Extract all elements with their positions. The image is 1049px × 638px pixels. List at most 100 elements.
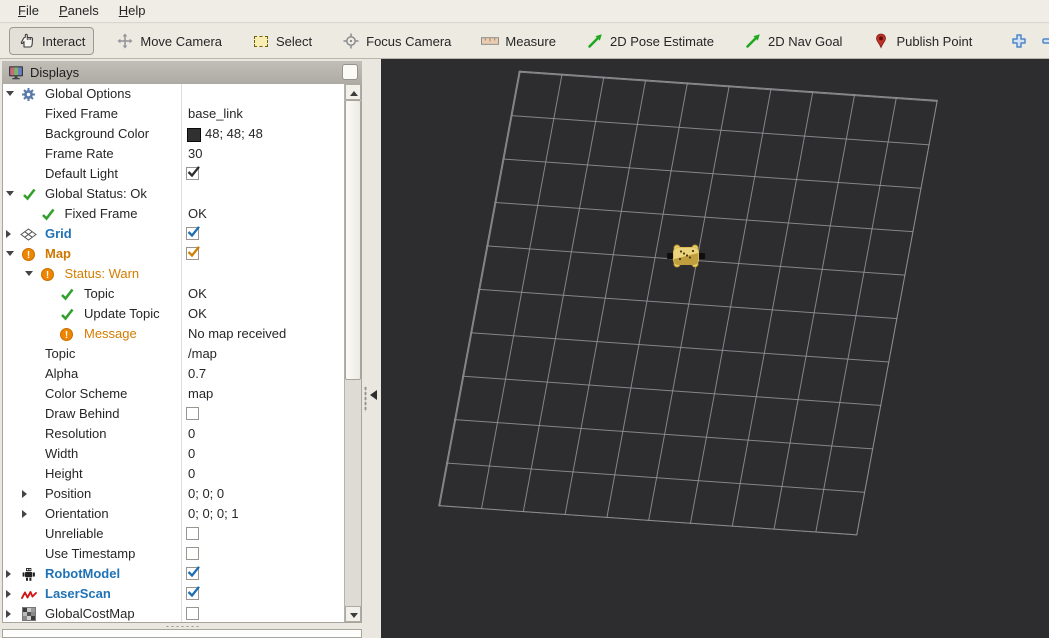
tree-rows: Global Options Fixed Frame base_link Backgr… [3, 84, 344, 622]
tree-row-orientation[interactable]: Orientation 0; 0; 0; 1 [3, 504, 344, 524]
scroll-up-button[interactable] [345, 84, 361, 100]
property-value[interactable]: 0 [188, 444, 195, 464]
property-label: Frame Rate [45, 146, 114, 161]
tree-row-robotmodel[interactable]: RobotModel [3, 564, 344, 584]
tree-row-laserscan[interactable]: LaserScan [3, 584, 344, 604]
grid-icon [20, 227, 37, 241]
tree-row-fixed-frame[interactable]: Fixed Frame OK [3, 204, 344, 224]
expander-open-icon[interactable] [6, 251, 14, 256]
property-label: Map [45, 246, 71, 261]
color-swatch[interactable] [187, 128, 201, 142]
checkbox[interactable] [186, 547, 199, 560]
property-label: Position [45, 486, 92, 501]
property-value[interactable]: map [188, 384, 213, 404]
tool-2d-pose-estimate[interactable]: 2D Pose Estimate [578, 28, 722, 54]
menu-bar: File Panels Help [0, 0, 1049, 23]
zoom-in-plus-button[interactable] [1006, 28, 1032, 54]
tool-2d-nav-goal[interactable]: 2D Nav Goal [736, 28, 850, 54]
expander-closed-icon[interactable] [6, 230, 11, 238]
tree-row-frame-rate[interactable]: Frame Rate 30 [3, 144, 344, 164]
tool-measure[interactable]: Measure [473, 28, 564, 54]
zoom-out-minus-button[interactable] [1036, 28, 1049, 54]
property-value[interactable]: 0.7 [188, 364, 206, 384]
menu-panels[interactable]: Panels [49, 1, 109, 21]
property-value[interactable]: OK [188, 304, 207, 324]
property-value[interactable]: 48; 48; 48 [205, 124, 263, 144]
tree-row-map[interactable]: ! Map [3, 244, 344, 264]
property-value[interactable]: 0 [188, 424, 195, 444]
tree-row-globalcostmap[interactable]: GlobalCostMap [3, 604, 344, 622]
property-label: Topic [45, 346, 76, 361]
tree-row-global-options[interactable]: Global Options [3, 84, 344, 104]
tree-row-color-scheme[interactable]: Color Scheme map [3, 384, 344, 404]
tool-publish-point[interactable]: Publish Point [864, 28, 980, 54]
expander-open-icon[interactable] [6, 91, 14, 96]
property-value[interactable]: OK [188, 284, 207, 304]
tree-row-width[interactable]: Width 0 [3, 444, 344, 464]
tree-row-topic[interactable]: Topic OK [3, 284, 344, 304]
collapse-left-arrow-icon[interactable] [370, 390, 377, 400]
render-viewport[interactable] [381, 59, 1049, 638]
checkbox[interactable] [186, 607, 199, 620]
property-value[interactable]: 30 [188, 144, 202, 164]
scrollbar-thumb[interactable] [345, 100, 361, 380]
tree-row-use-timestamp[interactable]: Use Timestamp [3, 544, 344, 564]
scroll-down-button[interactable] [345, 606, 361, 622]
menu-help[interactable]: Help [109, 1, 156, 21]
tree-row-alpha[interactable]: Alpha 0.7 [3, 364, 344, 384]
expander-closed-icon[interactable] [6, 610, 11, 618]
tool-focus-camera[interactable]: Focus Camera [334, 28, 459, 54]
tree-row-status-warn[interactable]: ! Status: Warn [3, 264, 344, 284]
property-label: Alpha [45, 366, 79, 381]
vertical-scrollbar[interactable] [344, 84, 361, 622]
expander-open-icon[interactable] [6, 191, 14, 196]
expander-closed-icon[interactable] [6, 590, 11, 598]
checkbox[interactable] [186, 527, 199, 540]
expander-closed-icon[interactable] [6, 570, 11, 578]
property-value[interactable]: No map received [188, 324, 286, 344]
dock-view-splitter[interactable] [362, 59, 381, 638]
expander-open-icon[interactable] [25, 271, 33, 276]
property-label: Orientation [45, 506, 109, 521]
tree-row-update-topic[interactable]: Update Topic OK [3, 304, 344, 324]
menu-file[interactable]: File [8, 1, 49, 21]
property-label: Message [84, 326, 137, 341]
property-value[interactable]: /map [188, 344, 217, 364]
tree-row-draw-behind[interactable]: Draw Behind [3, 404, 344, 424]
tree-row-fixed-frame[interactable]: Fixed Frame base_link [3, 104, 344, 124]
checkbox[interactable] [186, 246, 200, 260]
property-value[interactable]: 0 [188, 464, 195, 484]
tool-select[interactable]: Select [244, 28, 320, 54]
tree-row-global-status-ok[interactable]: Global Status: Ok [3, 184, 344, 204]
expander-closed-icon[interactable] [22, 510, 27, 518]
tool-move-camera[interactable]: Move Camera [108, 28, 230, 54]
property-value[interactable]: OK [188, 204, 207, 224]
property-label: Width [45, 446, 79, 461]
checkbox[interactable] [186, 166, 200, 180]
tree-row-resolution[interactable]: Resolution 0 [3, 424, 344, 444]
tree-row-default-light[interactable]: Default Light [3, 164, 344, 184]
tree-row-position[interactable]: Position 0; 0; 0 [3, 484, 344, 504]
checkbox[interactable] [186, 407, 199, 420]
expander-closed-icon[interactable] [22, 490, 27, 498]
property-label: Unreliable [45, 526, 104, 541]
property-label: Update Topic [84, 306, 160, 321]
property-value[interactable]: 0; 0; 0; 1 [188, 504, 239, 524]
displays-panel-titlebar[interactable]: Displays [2, 61, 362, 84]
displays-panel: Displays Global Options Fixed Frame base_l… [2, 61, 362, 638]
property-label: Color Scheme [45, 386, 128, 401]
tree-row-background-color[interactable]: Background Color 48; 48; 48 [3, 124, 344, 144]
property-value[interactable]: 0; 0; 0 [188, 484, 224, 504]
checkbox[interactable] [186, 586, 200, 600]
tree-row-height[interactable]: Height 0 [3, 464, 344, 484]
tool-label: Select [276, 33, 313, 49]
tool-interact[interactable]: Interact [9, 27, 95, 55]
property-value[interactable]: base_link [188, 104, 243, 124]
tree-row-grid[interactable]: Grid [3, 224, 344, 244]
tree-row-topic[interactable]: Topic/map [3, 344, 344, 364]
tree-row-message[interactable]: ! Message No map received [3, 324, 344, 344]
tree-row-unreliable[interactable]: Unreliable [3, 524, 344, 544]
panel-float-button[interactable] [342, 64, 358, 80]
checkbox[interactable] [186, 226, 200, 240]
checkbox[interactable] [186, 566, 200, 580]
